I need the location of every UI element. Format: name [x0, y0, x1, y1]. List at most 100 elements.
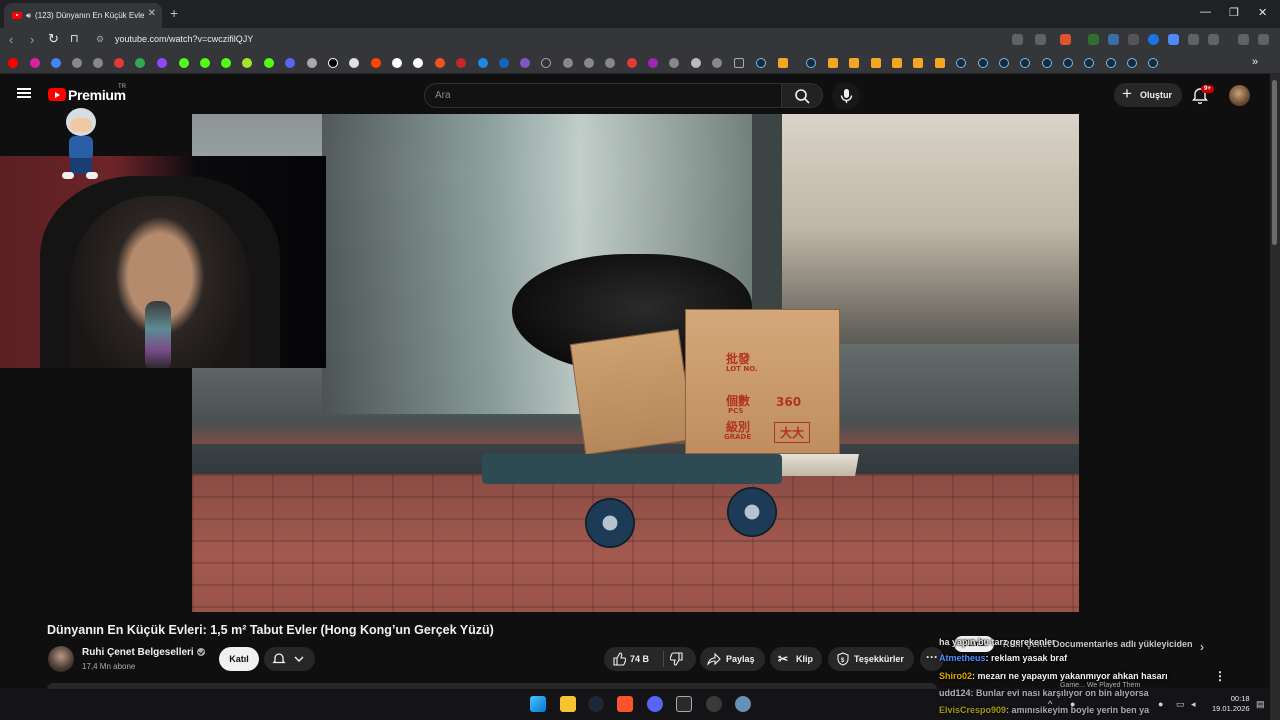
- account-avatar[interactable]: [1229, 85, 1250, 106]
- create-button[interactable]: Oluştur: [1114, 82, 1182, 107]
- bookmark-steam-icon[interactable]: [1020, 58, 1030, 68]
- voice-search-button[interactable]: [832, 82, 860, 110]
- app-icon[interactable]: [735, 696, 751, 712]
- bookmark-icon[interactable]: [456, 58, 466, 68]
- url-field[interactable]: youtube.com/watch?v=cwczifilQJY: [115, 34, 253, 44]
- bookmark-icon[interactable]: [499, 58, 509, 68]
- bookmark-icon[interactable]: [349, 58, 359, 68]
- join-button[interactable]: Katıl: [219, 647, 259, 671]
- tray-app-icon[interactable]: ●: [1070, 699, 1075, 709]
- brave-browser-icon[interactable]: [617, 696, 633, 712]
- bookmark-icon[interactable]: [435, 58, 445, 68]
- puzzle-icon[interactable]: [1188, 34, 1199, 45]
- bookmark-icon[interactable]: [648, 58, 658, 68]
- bookmark-drive-icon[interactable]: [135, 58, 145, 68]
- channel-avatar[interactable]: [48, 646, 74, 672]
- browser-tab-active[interactable]: 🔊︎ (123) Dünyanın En Küçük Evle ✕: [4, 3, 162, 28]
- app-icon[interactable]: [706, 696, 722, 712]
- close-window-icon[interactable]: ✕: [1258, 6, 1267, 19]
- extension-icon[interactable]: [1168, 34, 1179, 45]
- search-input[interactable]: Ara: [424, 83, 782, 108]
- bookmark-folder-icon[interactable]: [734, 58, 744, 68]
- bookmark-kick-icon[interactable]: [221, 58, 231, 68]
- brave-shield-icon[interactable]: [1060, 34, 1071, 45]
- bookmark-steam-icon[interactable]: [806, 58, 816, 68]
- bookmark-icon[interactable]: [849, 58, 859, 68]
- discord-icon[interactable]: [647, 696, 663, 712]
- forward-icon[interactable]: ›: [30, 32, 34, 47]
- bookmark-twitch-icon[interactable]: [157, 58, 167, 68]
- steam-icon[interactable]: [588, 696, 604, 712]
- bookmark-steam-icon[interactable]: [956, 58, 966, 68]
- bookmark-icon[interactable]: [51, 58, 61, 68]
- scrollbar-thumb[interactable]: [1272, 80, 1277, 245]
- chevron-right-icon[interactable]: ›: [1200, 640, 1204, 654]
- bookmark-steam-icon[interactable]: [999, 58, 1009, 68]
- bookmark-icon[interactable]: [691, 58, 701, 68]
- thumbs-down-icon[interactable]: [670, 652, 684, 666]
- thanks-button[interactable]: $ Teşekkürler: [828, 647, 914, 671]
- back-icon[interactable]: ‹: [9, 32, 13, 47]
- bookmark-icon[interactable]: [828, 58, 838, 68]
- bookmark-icon[interactable]: [892, 58, 902, 68]
- bookmark-icon[interactable]: [871, 58, 881, 68]
- subscription-notify-button[interactable]: [264, 647, 315, 671]
- obs-icon[interactable]: [676, 696, 692, 712]
- sidebar-icon[interactable]: [1208, 34, 1219, 45]
- youtube-logo-icon[interactable]: [48, 88, 66, 101]
- bookmark-steam-icon[interactable]: [1127, 58, 1137, 68]
- bookmark-icon[interactable]: [114, 58, 124, 68]
- bookmark-steam-icon[interactable]: [1148, 58, 1158, 68]
- site-info-icon[interactable]: ⚙: [96, 34, 104, 45]
- search-button[interactable]: [781, 83, 823, 108]
- restore-icon[interactable]: ❐: [1229, 6, 1239, 19]
- bookmark-icon[interactable]: [913, 58, 923, 68]
- bookmark-steam-icon[interactable]: [978, 58, 988, 68]
- bookmark-amazon-icon[interactable]: [413, 58, 423, 68]
- bookmark-icon[interactable]: [584, 58, 594, 68]
- cast-icon[interactable]: [1012, 34, 1023, 45]
- bookmark-instagram-icon[interactable]: [30, 58, 40, 68]
- extension-icon[interactable]: [1128, 34, 1139, 45]
- bookmark-icon[interactable]: [242, 58, 252, 68]
- tray-chevron-icon[interactable]: ^: [1048, 699, 1052, 709]
- bookmarks-overflow-icon[interactable]: »: [1252, 56, 1258, 68]
- channel-name[interactable]: Ruhi Çenet Belgeselleri: [82, 647, 205, 658]
- hamburger-menu-icon[interactable]: [17, 88, 31, 98]
- media-icon[interactable]: [1238, 34, 1249, 45]
- bookmark-icon[interactable]: [285, 58, 295, 68]
- windows-start-icon[interactable]: [530, 696, 546, 712]
- extension-icon[interactable]: [1148, 34, 1159, 45]
- bookmark-icon[interactable]: [307, 58, 317, 68]
- bookmark-kick-icon[interactable]: [200, 58, 210, 68]
- bookmark-kick-icon[interactable]: [179, 58, 189, 68]
- bookmark-icon[interactable]: [541, 58, 551, 68]
- thumbs-up-icon[interactable]: [612, 652, 626, 666]
- share-button[interactable]: Paylaş: [700, 647, 765, 671]
- bookmark-kick-icon[interactable]: [264, 58, 274, 68]
- bookmark-reddit-icon[interactable]: [371, 58, 381, 68]
- bookmark-steam-icon[interactable]: [1106, 58, 1116, 68]
- tray-mic-icon[interactable]: ●: [1158, 699, 1163, 709]
- bookmark-icon[interactable]: ⊓: [70, 32, 79, 45]
- tab-close-icon[interactable]: ✕: [148, 8, 156, 19]
- bookmark-icon[interactable]: [669, 58, 679, 68]
- bookmark-icon[interactable]: [778, 58, 788, 68]
- network-icon[interactable]: ▭: [1176, 699, 1185, 710]
- like-count[interactable]: 74 B: [630, 647, 649, 671]
- bookmark-icon[interactable]: [712, 58, 722, 68]
- bookmark-icon[interactable]: [935, 58, 945, 68]
- bookmark-icon[interactable]: [520, 58, 530, 68]
- bookmark-icon[interactable]: [563, 58, 573, 68]
- bookmark-steam-icon[interactable]: [756, 58, 766, 68]
- bookmark-steam-icon[interactable]: [1084, 58, 1094, 68]
- kebab-menu-icon[interactable]: ⋮: [1214, 669, 1226, 683]
- bookmark-youtube-icon[interactable]: [8, 58, 18, 68]
- bookmark-icon[interactable]: [478, 58, 488, 68]
- share-icon[interactable]: [1035, 34, 1046, 45]
- file-explorer-icon[interactable]: [560, 696, 576, 712]
- extension-icon[interactable]: [1108, 34, 1119, 45]
- bookmark-icon[interactable]: [605, 58, 615, 68]
- volume-icon[interactable]: ◂: [1191, 699, 1196, 710]
- extension-icon[interactable]: [1088, 34, 1099, 45]
